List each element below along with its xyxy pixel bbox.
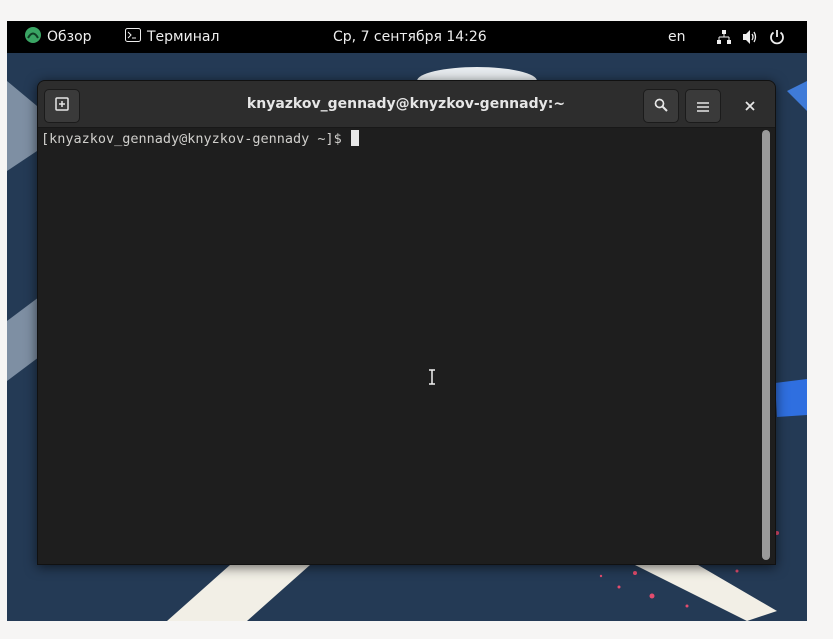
terminal-prompt: [knyazkov_gennady@knyzkov-gennady ~]$	[41, 131, 350, 147]
window-header-bar[interactable]: knyazkov_gennady@knyzkov-gennady:~	[38, 81, 775, 128]
terminal-window: knyazkov_gennady@knyzkov-gennady:~ [knya…	[37, 80, 776, 565]
terminal-area[interactable]: [knyazkov_gennady@knyzkov-gennady ~]$	[38, 128, 761, 564]
keyboard-layout-indicator[interactable]: en	[668, 21, 686, 53]
close-icon	[745, 96, 755, 115]
terminal-cursor	[350, 130, 359, 146]
power-icon	[769, 29, 785, 45]
clock[interactable]: Ср, 7 сентября 14:26	[333, 21, 487, 53]
top-bar: Обзор Терминал Ср, 7 сентября 14:26 en	[7, 21, 807, 53]
window-title: knyazkov_gennady@knyzkov-gennady:~	[246, 96, 566, 112]
system-menu[interactable]	[716, 21, 785, 53]
text-cursor-icon	[428, 369, 436, 389]
new-tab-button[interactable]	[44, 89, 80, 123]
new-tab-icon	[54, 96, 70, 116]
app-menu-label: Терминал	[147, 29, 220, 45]
terminal-app-icon	[125, 28, 141, 46]
close-button[interactable]	[734, 89, 766, 121]
activities-logo-icon	[25, 27, 41, 47]
search-icon	[654, 97, 668, 116]
hamburger-menu-icon	[697, 97, 709, 116]
network-icon	[716, 29, 732, 45]
terminal-scrollbar[interactable]	[762, 130, 770, 560]
volume-icon	[742, 29, 759, 45]
search-button[interactable]	[643, 89, 679, 123]
app-menu-button[interactable]: Терминал	[125, 21, 219, 53]
activities-button[interactable]: Обзор	[25, 21, 92, 53]
terminal-prompt-line: [knyazkov_gennady@knyzkov-gennady ~]$	[41, 130, 359, 148]
activities-label: Обзор	[47, 29, 92, 45]
main-menu-button[interactable]	[685, 89, 721, 123]
desktop: Обзор Терминал Ср, 7 сентября 14:26 en k…	[7, 21, 807, 621]
